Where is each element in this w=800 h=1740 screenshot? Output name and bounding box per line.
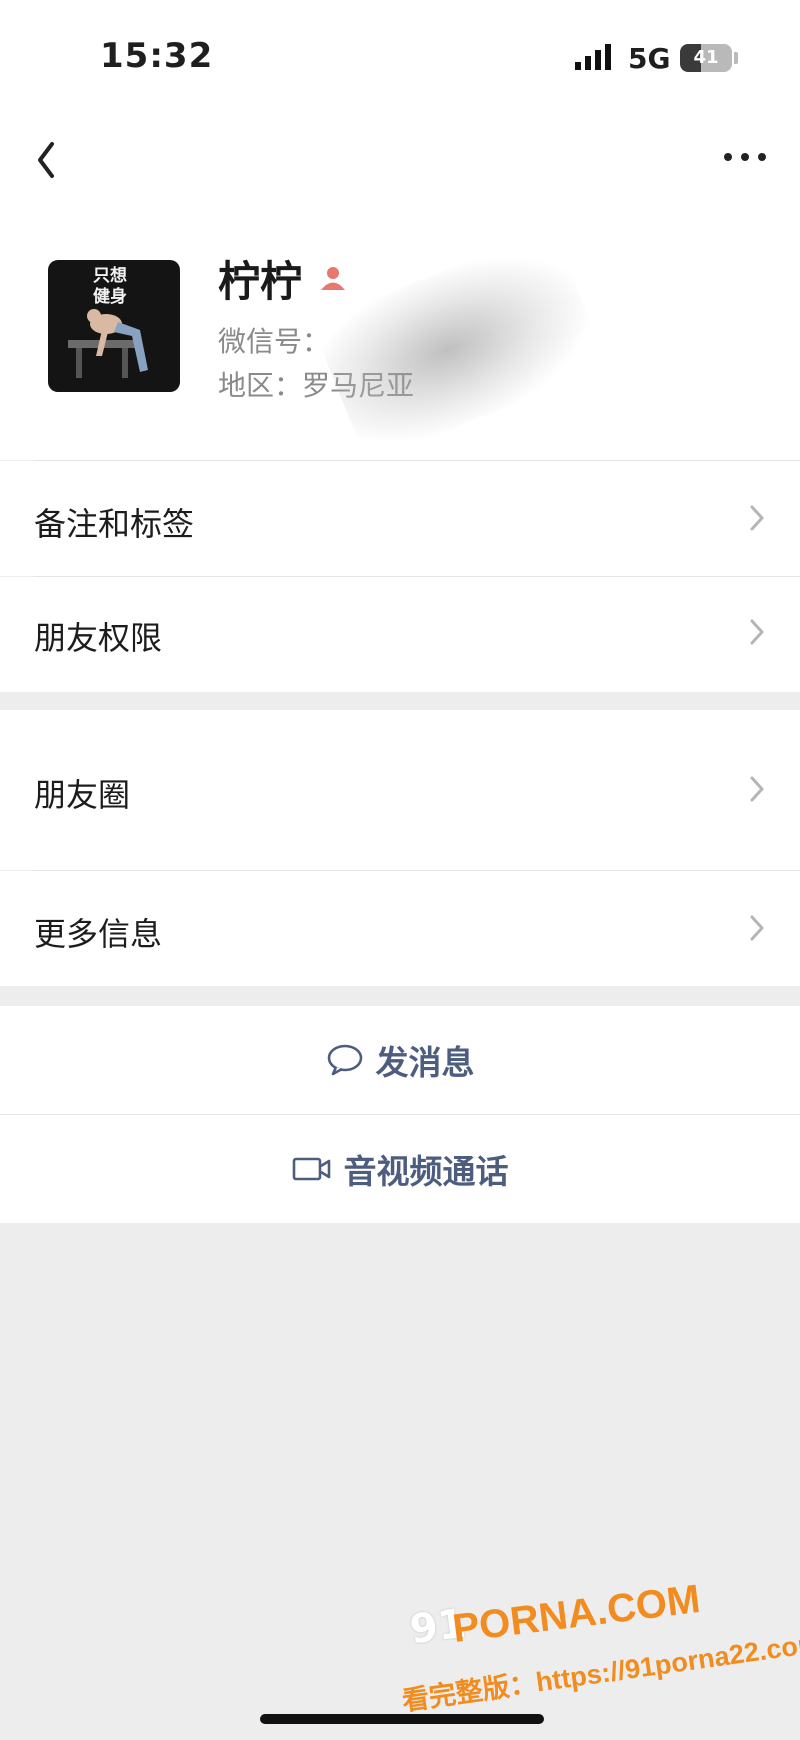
chevron-right-icon [750, 619, 764, 645]
menu-item-label: 朋友权限 [34, 619, 163, 657]
av-call-button[interactable]: 音视频通话 [0, 1115, 800, 1223]
battery-nub [734, 52, 738, 64]
status-time: 15:32 [100, 36, 214, 76]
send-message-label: 发消息 [375, 1043, 475, 1082]
menu-item-label: 备注和标签 [34, 505, 195, 543]
send-message-button[interactable]: 发消息 [0, 1006, 800, 1114]
battery-level: 41 [693, 47, 719, 68]
menu-item-more-info[interactable]: 更多信息 [0, 871, 800, 986]
network-type: 5G [628, 42, 671, 75]
chevron-right-icon [750, 776, 764, 802]
redaction-scribble [311, 226, 609, 464]
menu-item-friend-permissions[interactable]: 朋友权限 [0, 577, 800, 692]
site-watermark: 91 PORNA.COM 看完整版：https://91porna22.com [400, 1577, 800, 1716]
name-row: 柠柠 [218, 248, 348, 308]
contact-name: 柠柠 [218, 256, 303, 306]
more-dots-icon[interactable] [720, 142, 770, 172]
profile-header: 只想 健身 柠柠 微信号： 地区：罗马尼亚 [0, 120, 800, 464]
female-person-icon [321, 267, 346, 290]
home-indicator[interactable] [260, 1714, 544, 1724]
battery-icon: 41 [680, 44, 732, 72]
chevron-right-icon [750, 505, 764, 531]
chat-bubble-icon [327, 1044, 362, 1076]
menu-item-label: 更多信息 [34, 915, 163, 953]
status-bar: 15:32 5G 41 [0, 0, 800, 120]
menu-item-remarks-tags[interactable]: 备注和标签 [0, 461, 800, 576]
avatar[interactable]: 只想 健身 [48, 260, 180, 392]
chevron-left-icon[interactable] [28, 130, 68, 186]
avatar-figure [68, 309, 148, 378]
menu-item-label: 朋友圈 [34, 776, 131, 814]
video-camera-icon [292, 1157, 330, 1181]
cellular-signal-icon [575, 44, 611, 70]
watermark-brand: PORNA.COM [450, 1577, 703, 1652]
av-call-label: 音视频通话 [343, 1152, 509, 1191]
menu-item-moments[interactable]: 朋友圈 [0, 710, 800, 870]
chevron-right-icon [750, 915, 764, 941]
